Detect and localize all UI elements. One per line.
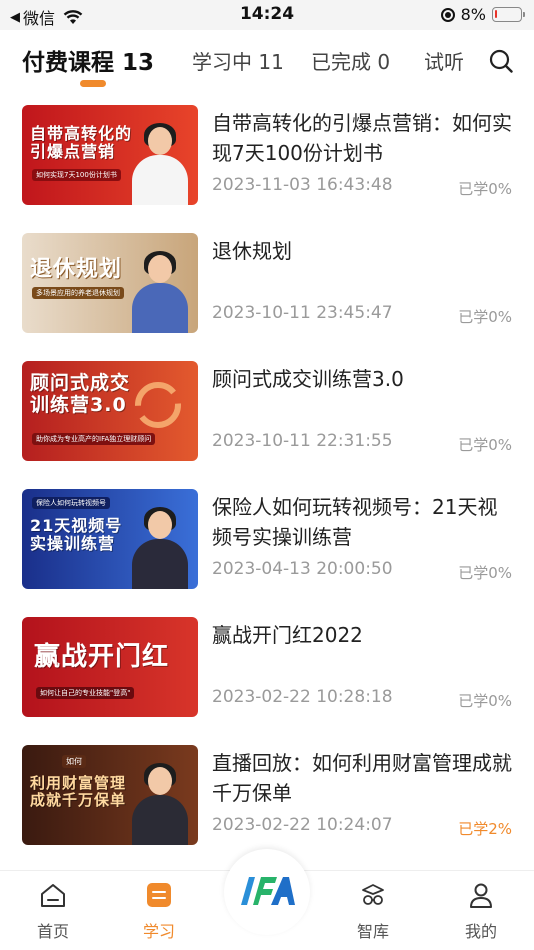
thumbnail-title: 利用财富管理 成就千万保单 — [30, 774, 127, 810]
course-item[interactable]: 保险人如何玩转视频号 21天视频号 实操训练营 保险人如何玩转视频号：21天视频… — [0, 476, 534, 604]
course-timestamp: 2023-04-13 20:00:50 — [212, 559, 393, 579]
course-title[interactable]: 赢战开门红2022 — [212, 620, 517, 650]
course-timestamp: 2023-10-11 23:45:47 — [212, 303, 393, 323]
tab-paid-courses[interactable]: 付费课程 13 — [22, 43, 154, 77]
presenter-photo — [132, 249, 188, 333]
course-thumbnail[interactable]: 顾问式成交 训练营3.0 助你成为专业高产的IFA独立理财顾问 — [22, 361, 198, 461]
course-thumbnail[interactable]: 退休规划 多场景应用的养老退休规划 — [22, 233, 198, 333]
course-title[interactable]: 保险人如何玩转视频号：21天视频号实操训练营 — [212, 492, 517, 552]
course-tabs: 付费课程 13 学习中 11 已完成 0 试听 — [0, 30, 534, 92]
nav-think-tank[interactable]: 智库 — [328, 871, 418, 950]
battery-icon — [492, 7, 525, 22]
nav-study[interactable]: 学习 — [114, 871, 204, 950]
nav-home[interactable]: 首页 — [8, 871, 98, 950]
tab-in-progress[interactable]: 学习中 11 — [192, 46, 284, 75]
course-title[interactable]: 顾问式成交训练营3.0 — [212, 364, 517, 394]
course-progress: 已学0% — [458, 180, 512, 198]
course-progress: 已学0% — [458, 564, 512, 582]
thumbnail-title: 自带高转化的 引爆点营销 — [30, 124, 133, 162]
status-bar: ◀ 微信 14:24 8% — [0, 0, 534, 30]
thumbnail-subtitle: 保险人如何玩转视频号 — [32, 497, 110, 509]
refresh-arrows-graphic — [135, 382, 181, 428]
course-timestamp: 2023-11-03 16:43:48 — [212, 175, 393, 195]
course-thumbnail[interactable]: 赢战开门红 如何让自己的专业技能"登高" — [22, 617, 198, 717]
course-progress: 已学0% — [458, 692, 512, 710]
thumbnail-subtitle: 如何实现7天100份计划书 — [32, 169, 121, 181]
course-title[interactable]: 直播回放：如何利用财富管理成就千万保单 — [212, 748, 517, 808]
think-tank-icon — [362, 884, 384, 905]
ifa-logo-icon — [241, 877, 295, 905]
presenter-photo — [132, 121, 188, 205]
course-item[interactable]: 自带高转化的 引爆点营销 如何实现7天100份计划书 自带高转化的引爆点营销：如… — [0, 92, 534, 220]
battery-level — [495, 10, 497, 18]
course-title[interactable]: 退休规划 — [212, 236, 517, 266]
thumbnail-title: 21天视频号 实操训练营 — [30, 516, 123, 554]
battery-percent: 8% — [460, 5, 486, 24]
course-timestamp: 2023-02-22 10:28:18 — [212, 687, 393, 707]
nav-profile-label: 我的 — [464, 922, 497, 941]
course-item[interactable]: 赢战开门红 如何让自己的专业技能"登高" 赢战开门红2022 2023-02-2… — [0, 604, 534, 732]
search-icon[interactable] — [488, 48, 514, 74]
course-item[interactable]: 退休规划 多场景应用的养老退休规划 退休规划 2023-10-11 23:45:… — [0, 220, 534, 348]
course-progress: 已学2% — [458, 820, 512, 838]
tab-trial[interactable]: 试听 — [424, 46, 464, 75]
course-progress: 已学0% — [458, 436, 512, 454]
thumbnail-subtitle: 如何 — [62, 755, 86, 768]
bottom-navigation: 首页 学习 智库 我的 — [0, 849, 534, 950]
status-right: 8% — [440, 5, 525, 24]
thumbnail-subtitle: 助你成为专业高产的IFA独立理财顾问 — [32, 433, 156, 445]
thumbnail-title: 顾问式成交 训练营3.0 — [30, 372, 131, 416]
thumbnail-subtitle: 如何让自己的专业技能"登高" — [36, 687, 135, 699]
course-item[interactable]: 顾问式成交 训练营3.0 助你成为专业高产的IFA独立理财顾问 顾问式成交训练营… — [0, 348, 534, 476]
nav-study-label: 学习 — [142, 922, 175, 941]
course-timestamp: 2023-02-22 10:24:07 — [212, 815, 393, 835]
nav-ifa[interactable] — [224, 849, 310, 935]
course-progress: 已学0% — [458, 308, 512, 326]
profile-icon — [470, 883, 492, 908]
home-icon — [41, 884, 65, 907]
course-thumbnail[interactable]: 保险人如何玩转视频号 21天视频号 实操训练营 — [22, 489, 198, 589]
presenter-photo — [132, 761, 188, 845]
study-icon — [147, 883, 171, 907]
thumbnail-title: 退休规划 — [30, 257, 123, 282]
course-thumbnail[interactable]: 如何 利用财富管理 成就千万保单 — [22, 745, 198, 845]
thumbnail-title: 赢战开门红 — [34, 642, 170, 672]
presenter-photo — [132, 505, 188, 589]
nav-think-tank-label: 智库 — [356, 922, 389, 941]
active-tab-indicator — [80, 80, 106, 87]
course-thumbnail[interactable]: 自带高转化的 引爆点营销 如何实现7天100份计划书 — [22, 105, 198, 205]
course-item[interactable]: 如何 利用财富管理 成就千万保单 直播回放：如何利用财富管理成就千万保单 202… — [0, 732, 534, 860]
course-title[interactable]: 自带高转化的引爆点营销：如何实现7天100份计划书 — [212, 108, 517, 168]
tab-completed[interactable]: 已完成 0 — [311, 46, 390, 75]
orientation-lock-icon — [440, 7, 455, 22]
course-timestamp: 2023-10-11 22:31:55 — [212, 431, 393, 451]
nav-home-label: 首页 — [36, 922, 69, 941]
nav-profile[interactable]: 我的 — [436, 871, 526, 950]
thumbnail-subtitle: 多场景应用的养老退休规划 — [32, 287, 124, 299]
